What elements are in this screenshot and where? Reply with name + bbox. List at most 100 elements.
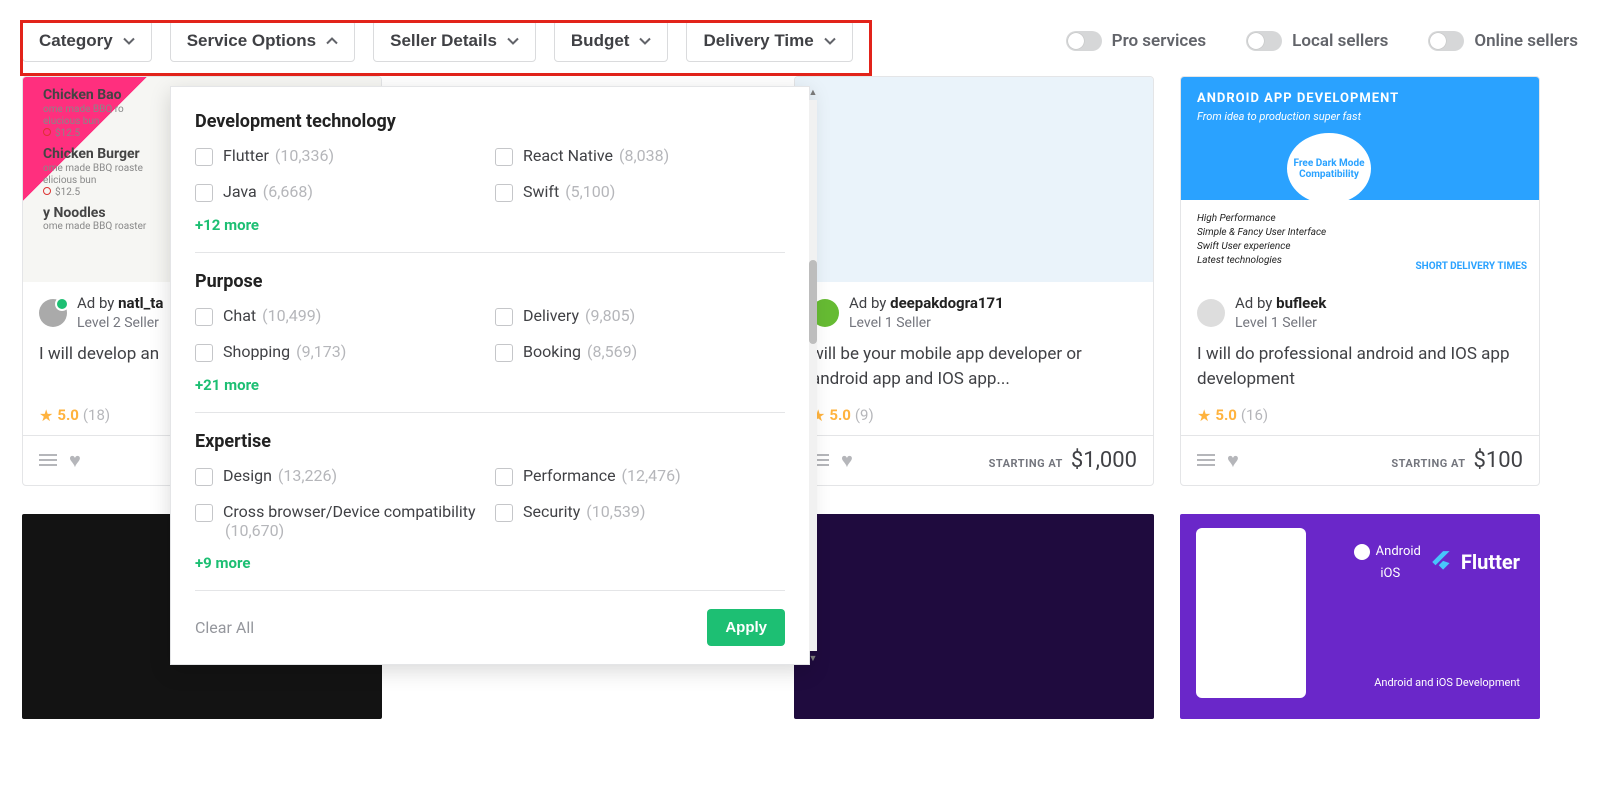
price: STARTING AT $1,000 — [989, 448, 1137, 473]
delivery-time-filter-label: Delivery Time — [703, 31, 813, 51]
seller-details-filter-label: Seller Details — [390, 31, 497, 51]
filter-option[interactable]: Flutter (10,336) — [195, 146, 485, 166]
option-count: (9,173) — [296, 342, 346, 361]
show-more-link[interactable]: +12 more — [195, 216, 785, 234]
toggle-track — [1428, 31, 1464, 51]
chevron-down-icon — [123, 35, 135, 47]
seller-level: Level 1 Seller — [849, 314, 1004, 332]
scroll-thumb[interactable] — [809, 260, 817, 344]
filter-option[interactable]: Performance (12,476) — [495, 466, 785, 486]
img-text: $12.5 — [55, 187, 80, 198]
checkbox[interactable] — [195, 308, 213, 326]
checkbox[interactable] — [195, 184, 213, 202]
heart-icon[interactable]: ♥ — [841, 448, 853, 473]
checkbox[interactable] — [495, 344, 513, 362]
img-bullet: Latest technologies — [1197, 254, 1326, 268]
option-label: Security — [523, 502, 580, 521]
checkbox[interactable] — [195, 148, 213, 166]
img-text: elucious bun — [43, 116, 146, 128]
img-text: Android and iOS Development — [1374, 676, 1520, 689]
online-sellers-toggle[interactable]: Online sellers — [1428, 31, 1578, 51]
rating-value: 5.0 — [1215, 406, 1237, 424]
list-icon[interactable] — [39, 454, 57, 466]
apply-button[interactable]: Apply — [707, 609, 785, 646]
flutter-icon — [1429, 549, 1455, 575]
checkbox[interactable] — [495, 148, 513, 166]
checkbox[interactable] — [195, 344, 213, 362]
category-filter-label: Category — [39, 31, 113, 51]
list-icon[interactable] — [1197, 454, 1215, 466]
divider — [195, 590, 785, 591]
budget-filter[interactable]: Budget — [554, 20, 669, 62]
gig-image[interactable]: Android iOS Flutter Android and iOS Deve… — [1180, 514, 1540, 719]
img-text: elicious bun — [43, 175, 146, 187]
filter-option[interactable]: React Native (8,038) — [495, 146, 785, 166]
option-count: (12,476) — [622, 466, 681, 485]
local-sellers-toggle[interactable]: Local sellers — [1246, 31, 1388, 51]
checkbox[interactable] — [495, 468, 513, 486]
option-count: (8,038) — [619, 146, 669, 165]
checkbox[interactable] — [495, 184, 513, 202]
toggle-group: Pro services Local sellers Online seller… — [1066, 31, 1578, 51]
show-more-link[interactable]: +9 more — [195, 554, 785, 572]
img-text: ome made BBQ roaster — [43, 221, 146, 233]
option-count: (6,668) — [263, 182, 313, 201]
filter-option[interactable]: Security (10,539) — [495, 502, 785, 540]
gig-title[interactable]: will be your mobile app developer or and… — [811, 342, 1137, 394]
option-label: Shopping — [223, 342, 290, 361]
rating-count: (18) — [83, 406, 110, 424]
filter-option[interactable]: Delivery (9,805) — [495, 306, 785, 326]
filter-option[interactable]: Chat (10,499) — [195, 306, 485, 326]
gig-card[interactable]: ANDROID APP DEVELOPMENT From idea to pro… — [1180, 76, 1540, 486]
seller-avatar[interactable] — [39, 299, 67, 327]
gig-footer: ♥ STARTING AT $1,000 — [795, 435, 1153, 485]
gig-image: ANDROID APP DEVELOPMENT From idea to pro… — [1181, 77, 1539, 282]
checkbox[interactable] — [495, 308, 513, 326]
checkbox[interactable] — [495, 504, 513, 522]
scroll-up-arrow[interactable]: ▲ — [809, 87, 818, 98]
starting-label: STARTING AT — [1391, 457, 1465, 470]
img-bullet: High Performance — [1197, 212, 1326, 226]
filter-option[interactable]: Shopping (9,173) — [195, 342, 485, 362]
star-icon: ★ — [39, 406, 53, 425]
option-label: React Native — [523, 146, 613, 165]
online-sellers-label: Online sellers — [1474, 31, 1578, 51]
img-bullet: Swift User experience — [1197, 240, 1326, 254]
heart-icon[interactable]: ♥ — [69, 448, 81, 473]
scroll-down-arrow[interactable]: ▼ — [809, 653, 818, 664]
delivery-time-filter[interactable]: Delivery Time — [686, 20, 852, 62]
gig-card[interactable]: Ad by deepakdogra171 Level 1 Seller will… — [794, 76, 1154, 486]
gig-image[interactable] — [794, 514, 1154, 719]
clear-all-button[interactable]: Clear All — [195, 618, 254, 637]
category-filter[interactable]: Category — [22, 20, 152, 62]
option-label: Cross browser/Device compatibility — [223, 502, 476, 521]
rating-count: (9) — [855, 406, 874, 424]
seller-details-filter[interactable]: Seller Details — [373, 20, 536, 62]
show-more-link[interactable]: +21 more — [195, 376, 785, 394]
pro-services-toggle[interactable]: Pro services — [1066, 31, 1206, 51]
filter-option[interactable]: Cross browser/Device compatibility (10,6… — [195, 502, 485, 540]
service-options-filter[interactable]: Service Options — [170, 20, 355, 62]
section-title: Expertise — [195, 431, 785, 452]
option-label: Delivery — [523, 306, 579, 325]
option-count: (13,226) — [278, 466, 337, 485]
filter-option[interactable]: Booking (8,569) — [495, 342, 785, 362]
filter-bar: Category Service Options Seller Details … — [0, 0, 1600, 76]
seller-avatar[interactable] — [1197, 299, 1225, 327]
seller-level: Level 1 Seller — [1235, 314, 1326, 332]
filter-option[interactable]: Java (6,668) — [195, 182, 485, 202]
checkbox[interactable] — [195, 468, 213, 486]
checkbox[interactable] — [195, 504, 213, 522]
toggle-track — [1066, 31, 1102, 51]
rating-row: ★ 5.0 (16) — [1197, 406, 1523, 425]
filter-option[interactable]: Swift (5,100) — [495, 182, 785, 202]
option-label: Design — [223, 466, 272, 485]
img-circle: Free Dark Mode Compatibility — [1287, 133, 1371, 204]
img-header: ANDROID APP DEVELOPMENT — [1197, 91, 1399, 106]
option-label: Booking — [523, 342, 581, 361]
gig-title[interactable]: I will do professional android and IOS a… — [1197, 342, 1523, 394]
heart-icon[interactable]: ♥ — [1227, 448, 1239, 473]
panel-scrollbar[interactable]: ▲ ▼ — [809, 87, 817, 664]
seller-level: Level 2 Seller — [77, 314, 163, 332]
filter-option[interactable]: Design (13,226) — [195, 466, 485, 486]
